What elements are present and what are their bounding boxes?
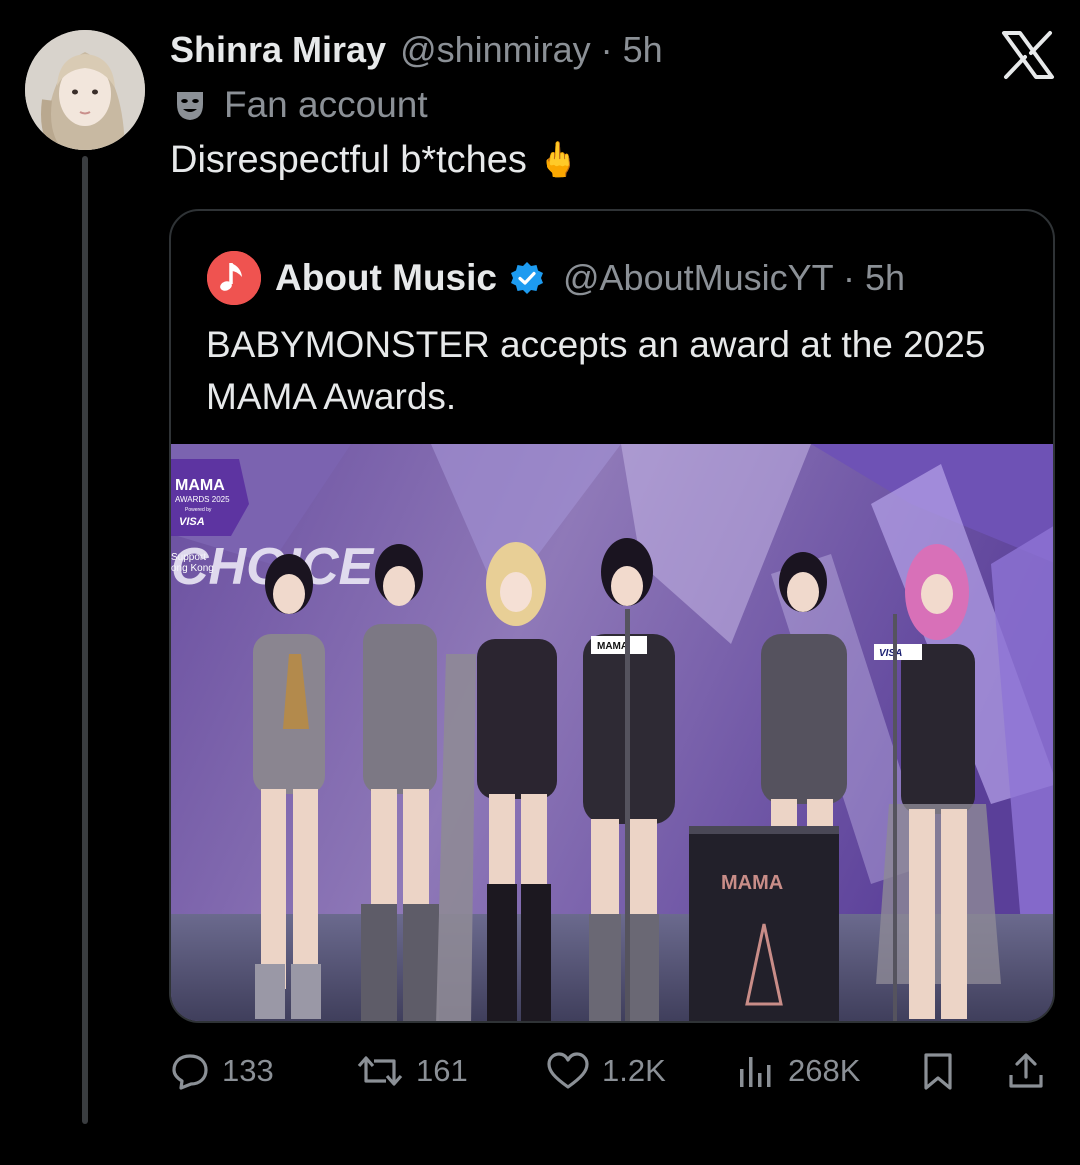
verified-badge-icon	[510, 262, 543, 294]
avatar-image	[25, 30, 145, 150]
quoted-tweet-text: BABYMONSTER accepts an award at the 2025…	[206, 324, 986, 417]
mic-flag-label: MAMA	[597, 641, 628, 652]
thread-line	[82, 156, 88, 1124]
mama-logo-powered: Powered by	[185, 507, 212, 513]
mic-stand-label: VISA	[879, 648, 902, 659]
podium-logo: MAMA	[721, 872, 783, 894]
share-icon	[1009, 1053, 1043, 1088]
like-button[interactable]: 1.2K	[546, 1043, 666, 1099]
podium: MAMA	[689, 826, 839, 1021]
tweet-header: Shinra Miray @shinmiray · 5h	[170, 26, 663, 74]
emoji: 🖕	[536, 141, 580, 179]
reply-count: 133	[222, 1053, 274, 1088]
repost-count: 161	[416, 1053, 468, 1088]
heart-icon	[547, 1052, 589, 1089]
quoted-tweet-header: About Music @AboutMusicYT · 5h	[207, 251, 905, 305]
quoted-author-handle-time[interactable]: @AboutMusicYT · 5h	[563, 257, 905, 299]
views-button[interactable]: 268K	[736, 1043, 860, 1099]
like-count: 1.2K	[602, 1053, 666, 1088]
tweet-screen: Shinra Miray @shinmiray · 5h Fan account…	[0, 0, 1080, 1165]
views-count: 268K	[788, 1053, 861, 1088]
bookmark-icon	[924, 1053, 952, 1090]
quoted-media-image[interactable]: MAMA AWARDS 2025 Powered by VISA Support…	[171, 444, 1053, 1021]
bookmark-button[interactable]	[918, 1043, 958, 1099]
quoted-tweet[interactable]: About Music @AboutMusicYT · 5h BABYMONST…	[169, 209, 1055, 1023]
reply-icon	[172, 1054, 208, 1090]
x-logo-icon[interactable]	[1000, 30, 1056, 80]
tweet-body: Disrespectful b*tches 🖕	[170, 136, 579, 184]
repost-button[interactable]: 161	[356, 1043, 468, 1099]
author-handle-time[interactable]: @shinmiray · 5h	[400, 29, 663, 71]
bar-chart-icon	[740, 1057, 771, 1087]
music-note-icon	[207, 251, 261, 305]
mama-logo-sub: AWARDS 2025	[175, 495, 230, 504]
theater-masks-icon	[177, 92, 203, 120]
repost-icon	[357, 1056, 403, 1086]
quoted-author-name[interactable]: About Music	[275, 257, 497, 299]
reply-button[interactable]: 133	[170, 1043, 274, 1099]
mama-logo-title: MAMA	[175, 477, 225, 494]
tweet-text: Disrespectful b*tches	[170, 138, 527, 181]
mama-logo-sponsor: VISA	[179, 516, 205, 528]
author-avatar[interactable]	[25, 30, 145, 150]
account-label-text: Fan account	[224, 84, 428, 125]
account-label[interactable]: Fan account	[172, 82, 428, 128]
quoted-author-avatar[interactable]	[207, 251, 261, 305]
share-button[interactable]	[1006, 1043, 1046, 1099]
action-bar: 133 161 1.2K 268K	[170, 1043, 1050, 1099]
author-display-name[interactable]: Shinra Miray	[170, 29, 386, 71]
